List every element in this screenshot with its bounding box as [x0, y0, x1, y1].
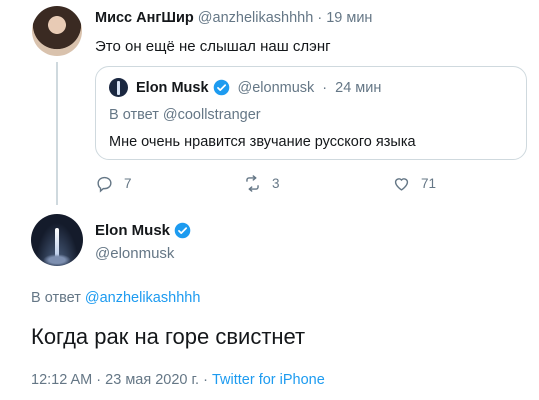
separator: · — [317, 10, 323, 26]
reply-to-mention: @coollstranger — [162, 107, 261, 123]
retweet-icon — [246, 175, 259, 192]
author-handle[interactable]: @anzhelikashhhh — [198, 10, 314, 26]
author-name-row: Elon Musk — [95, 222, 191, 239]
quoted-timestamp: 24 мин — [335, 79, 382, 96]
separator: · — [203, 372, 208, 388]
reply-prefix: В ответ — [109, 107, 159, 123]
reply-count: 7 — [124, 176, 132, 191]
quoted-tweet-text: Мне очень нравится звучание русского язы… — [109, 134, 416, 150]
reply-prefix: В ответ — [31, 290, 81, 306]
quoted-avatar — [109, 78, 128, 97]
author-handle[interactable]: @elonmusk — [95, 245, 174, 262]
like-icon — [394, 178, 409, 191]
separator: · — [322, 79, 328, 96]
quoted-author-name: Elon Musk — [136, 79, 209, 96]
tweet-actions: 7 3 71 — [95, 174, 495, 194]
reply-icon — [97, 176, 112, 193]
tweet-header: Мисс АнгШир @anzhelikashhhh · 19 мин — [95, 10, 372, 26]
tweet-date[interactable]: 23 мая 2020 г. — [105, 372, 199, 388]
reply-context: В ответ @anzhelikashhhh — [31, 290, 200, 306]
thread-connector-line — [56, 62, 58, 205]
verified-badge-icon — [213, 79, 229, 96]
timestamp[interactable]: 19 мин — [326, 10, 372, 26]
reply-tweet[interactable]: Мисс АнгШир @anzhelikashhhh · 19 мин Это… — [0, 0, 539, 205]
quoted-tweet-header: Elon Musk @elonmusk · 24 мин — [136, 79, 381, 96]
tweet-text: Это он ещё не слышал наш слэнг — [95, 38, 331, 55]
tweet-footer: 12:12 AM · 23 мая 2020 г. · Twitter for … — [31, 372, 325, 388]
avatar[interactable] — [31, 214, 83, 266]
retweet-button[interactable]: 3 — [243, 174, 280, 193]
author-name[interactable]: Мисс АнгШир — [95, 10, 194, 26]
tweet-time[interactable]: 12:12 AM — [31, 372, 92, 388]
quoted-reply-context: В ответ @coollstranger — [109, 107, 261, 123]
tweet-text: Когда рак на горе свистнет — [31, 324, 306, 349]
like-button[interactable]: 71 — [392, 174, 436, 193]
like-count: 71 — [421, 176, 437, 191]
reply-button[interactable]: 7 — [95, 174, 132, 193]
quoted-author-handle: @elonmusk — [237, 79, 315, 96]
separator: · — [96, 372, 102, 388]
author-name[interactable]: Elon Musk — [95, 222, 170, 239]
verified-badge-icon — [174, 222, 191, 239]
avatar[interactable] — [32, 6, 82, 56]
retweet-count: 3 — [272, 176, 280, 191]
quoted-tweet-card[interactable]: Elon Musk @elonmusk · 24 мин В ответ @co… — [95, 66, 527, 160]
reply-to-mention[interactable]: @anzhelikashhhh — [85, 290, 201, 306]
tweet-source[interactable]: Twitter for iPhone — [212, 372, 325, 388]
